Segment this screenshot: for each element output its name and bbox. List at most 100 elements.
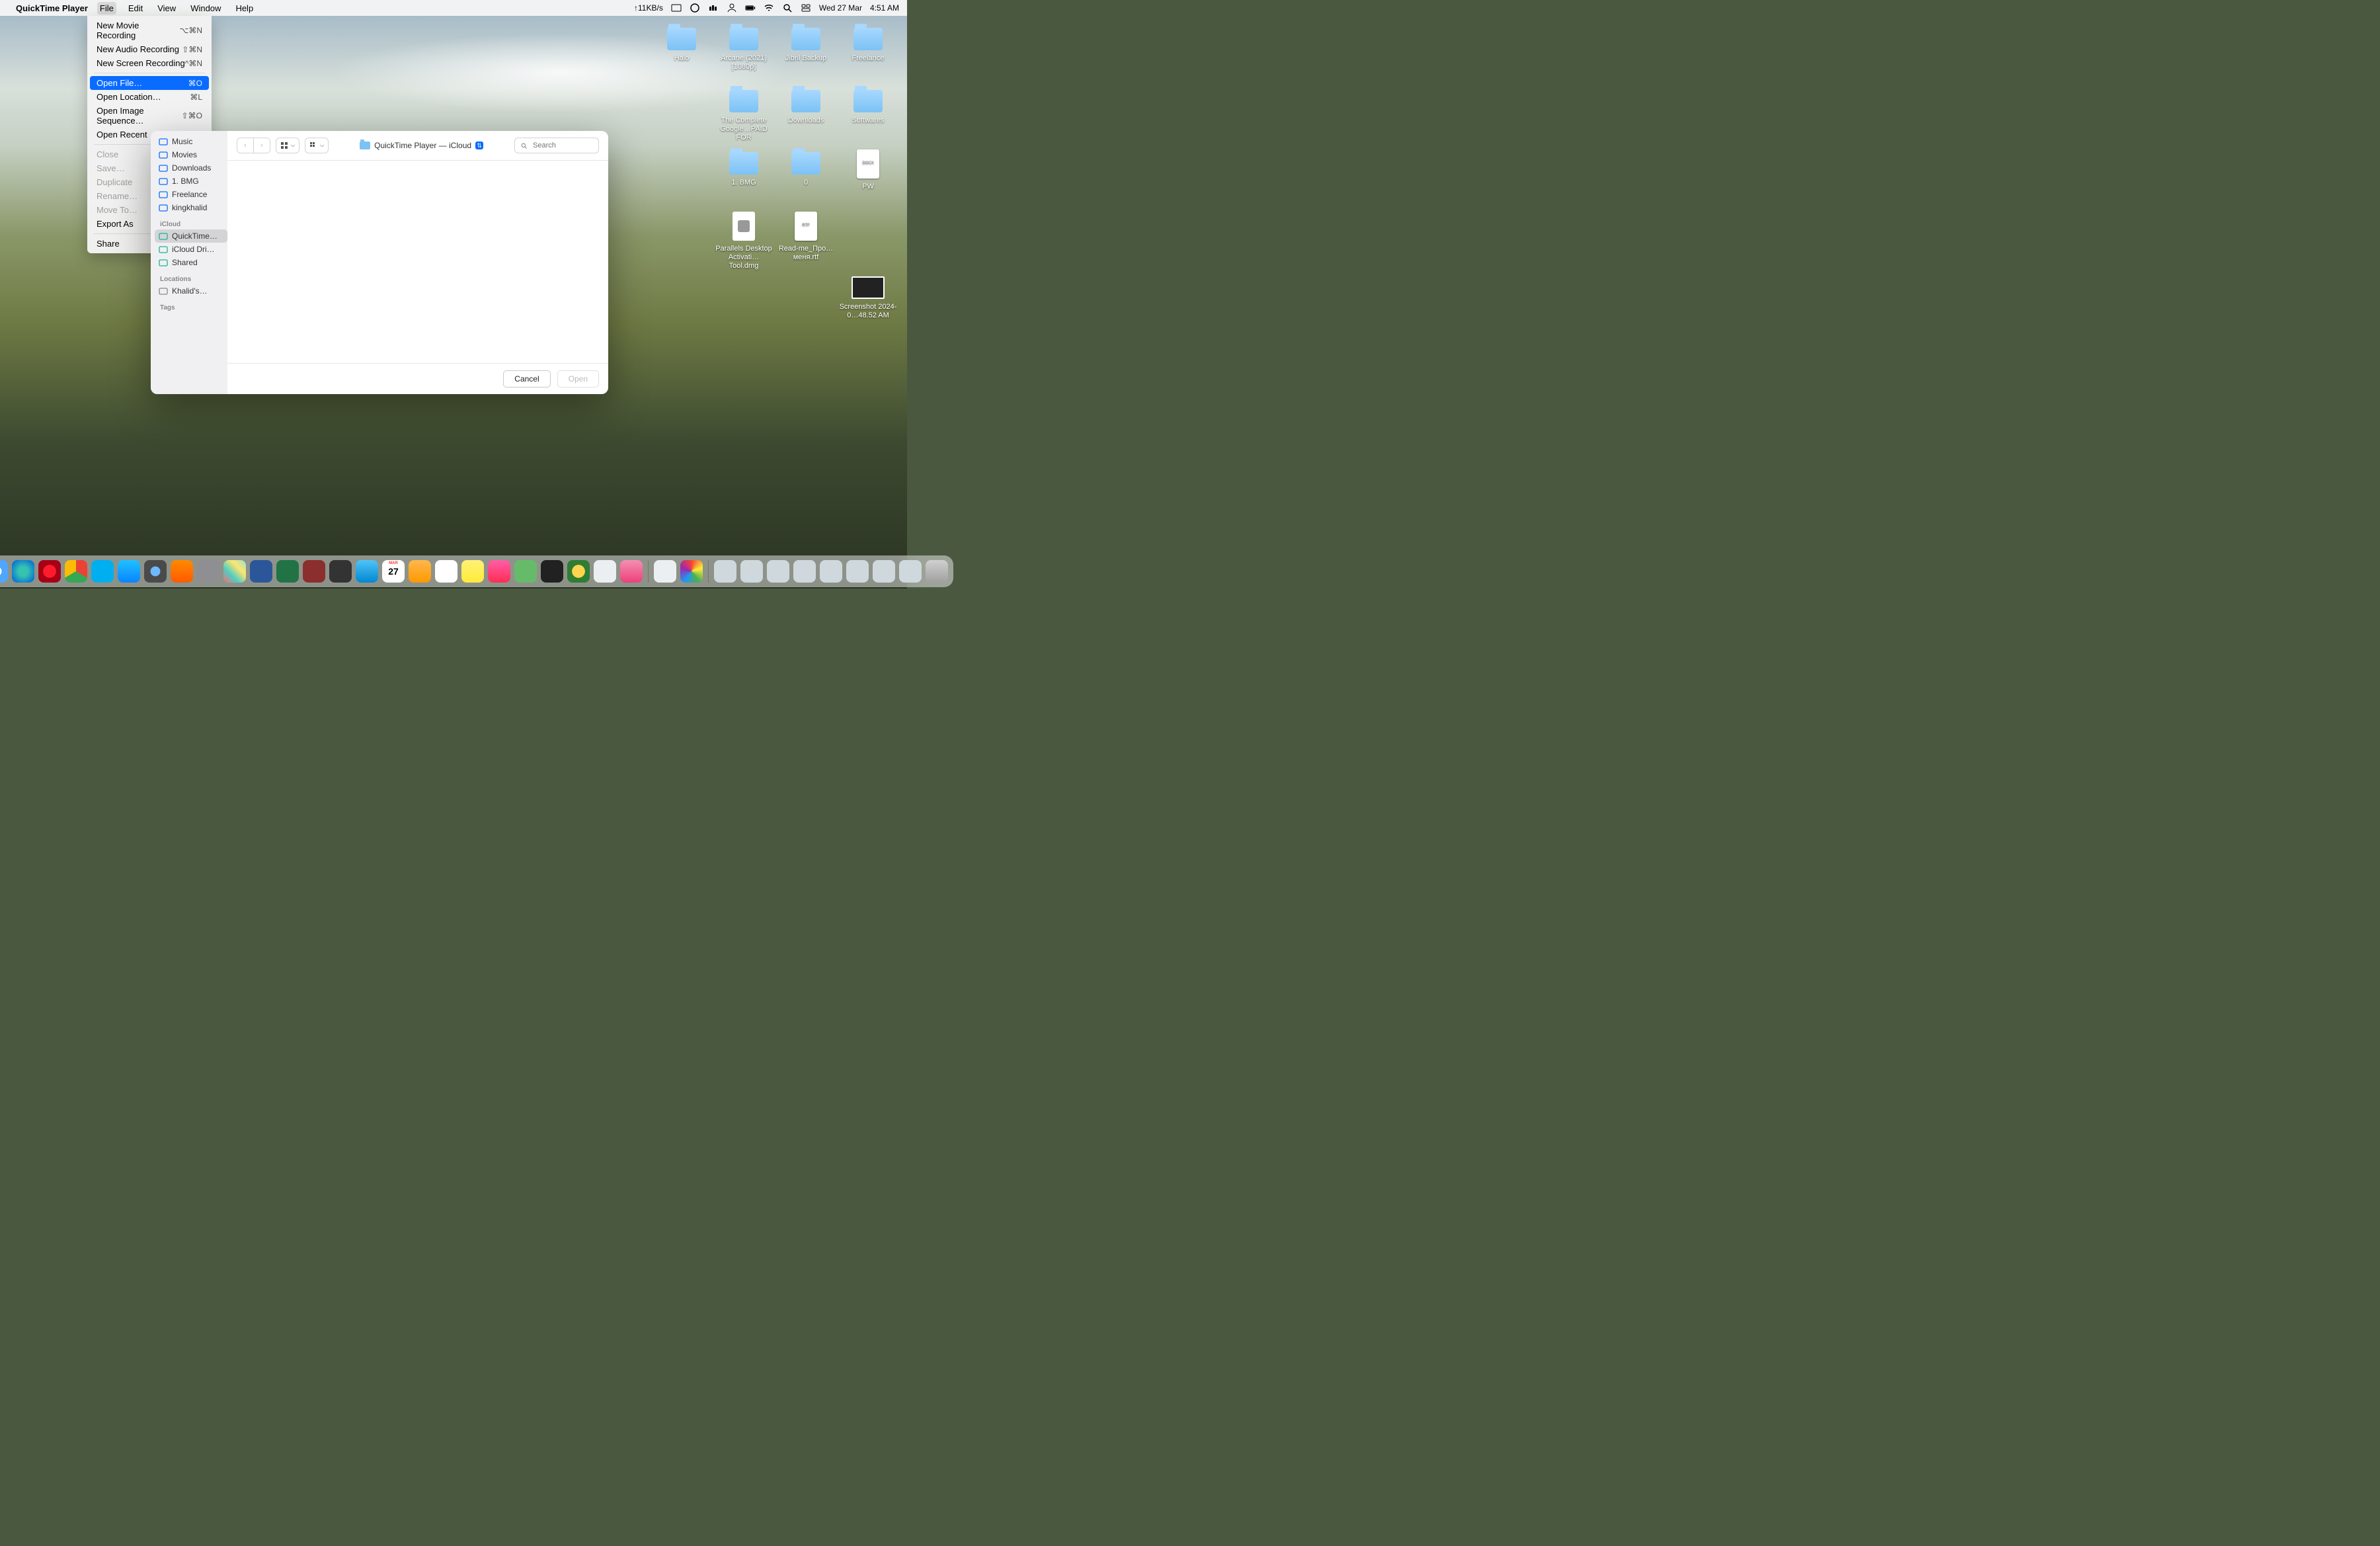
dock-skype-icon[interactable] [91, 560, 114, 583]
user-icon[interactable] [727, 3, 737, 13]
sidebar-item[interactable]: QuickTime… [155, 229, 227, 243]
sidebar-item[interactable]: kingkhalid [155, 201, 227, 214]
control-center-icon[interactable] [801, 3, 811, 13]
sidebar-item[interactable]: iCloud Dri… [155, 243, 227, 256]
sidebar-item[interactable]: Downloads [155, 161, 227, 175]
sidebar-item-label: Downloads [172, 163, 211, 173]
dock-excel-icon[interactable] [276, 560, 299, 583]
desktop-item-label: Jibril Backup [776, 54, 836, 63]
spotlight-icon[interactable] [782, 3, 793, 13]
path-popup[interactable]: QuickTime Player — iCloud ⇅ [360, 141, 483, 150]
sidebar-item[interactable]: Khalid's… [155, 284, 227, 298]
dock-minimized-2[interactable] [740, 560, 763, 583]
dock-minimized-6[interactable] [846, 560, 869, 583]
menu-window[interactable]: Window [188, 2, 223, 15]
dock-photos-icon[interactable] [680, 560, 703, 583]
clock-date[interactable]: Wed 27 Mar [819, 3, 862, 13]
dock-app-globe-icon[interactable] [567, 560, 590, 583]
sidebar-item[interactable]: Shared [155, 256, 227, 269]
sidebar-item[interactable]: Music [155, 135, 227, 148]
dock-settings-icon[interactable] [197, 560, 219, 583]
desktop-item[interactable]: Softwares [838, 87, 898, 147]
desktop-item[interactable]: Downloads [776, 87, 836, 147]
sidebar-item[interactable]: Freelance [155, 188, 227, 201]
dock-vlc-icon[interactable] [171, 560, 193, 583]
folder-icon [360, 142, 370, 149]
back-button[interactable]: ‹ [237, 138, 253, 153]
sidebar-item-label: iCloud Dri… [172, 245, 215, 254]
desktop-item[interactable]: Halo [652, 25, 711, 85]
dock-chrome-icon[interactable] [65, 560, 87, 583]
status-icon-2[interactable] [690, 3, 700, 13]
menu-item-new-movie-recording[interactable]: New Movie Recording⌥⌘N [90, 19, 209, 42]
battery-icon[interactable] [745, 3, 756, 13]
desktop-item[interactable]: Freelance [838, 25, 898, 85]
dock-reminders-icon[interactable] [435, 560, 457, 583]
open-button[interactable]: Open [557, 370, 599, 387]
dock-quicktime-icon[interactable] [144, 560, 167, 583]
menu-item-new-audio-recording[interactable]: New Audio Recording⇧⌘N [90, 42, 209, 56]
status-icon-3[interactable] [708, 3, 719, 13]
wifi-icon[interactable] [764, 3, 774, 13]
menu-item-open-location-[interactable]: Open Location…⌘L [90, 90, 209, 104]
dock-music-icon[interactable] [488, 560, 510, 583]
view-mode-popup[interactable]: ⌵ [276, 138, 299, 153]
dock-minimized-4[interactable] [793, 560, 816, 583]
dock-dictionary-icon[interactable] [303, 560, 325, 583]
clock-time[interactable]: 4:51 AM [870, 3, 899, 13]
desktop-item-label: The Complete Google…PAID FOR [714, 116, 774, 143]
desktop-item[interactable]: The Complete Google…PAID FOR [714, 87, 774, 147]
sidebar-item[interactable]: 1. BMG [155, 175, 227, 188]
desktop-item[interactable]: Screenshot 2024-0…48.52 AM [838, 274, 898, 333]
dock-launchpad-icon[interactable] [223, 560, 246, 583]
search-field[interactable] [514, 138, 599, 153]
desktop-item[interactable]: Parallels Desktop Activati…Tool.dmg [714, 212, 774, 271]
search-input[interactable] [532, 141, 587, 150]
menu-item-new-screen-recording[interactable]: New Screen Recording^⌘N [90, 56, 209, 70]
sidebar-item-icon [159, 258, 168, 267]
dock-safari-icon[interactable] [0, 560, 8, 583]
dock-utility-icon[interactable] [594, 560, 616, 583]
dock-activity-icon[interactable] [541, 560, 563, 583]
status-icon-1[interactable] [671, 3, 682, 13]
menu-item-open-file-[interactable]: Open File…⌘O [90, 76, 209, 90]
menu-view[interactable]: View [155, 2, 178, 15]
dock-minimized-8[interactable] [899, 560, 922, 583]
dock-notes-icon[interactable] [461, 560, 484, 583]
desktop-item[interactable]: 1. BMG [714, 149, 774, 209]
dock [0, 555, 953, 587]
desktop-item[interactable]: Arcane (2021) [1080p] [714, 25, 774, 85]
sidebar-item-label: QuickTime… [172, 231, 218, 241]
cancel-button[interactable]: Cancel [503, 370, 550, 387]
desktop-item[interactable]: 0 [776, 149, 836, 209]
dock-preview-icon[interactable] [654, 560, 676, 583]
dock-minimized-1[interactable] [714, 560, 736, 583]
dock-edge-icon[interactable] [12, 560, 34, 583]
group-by-popup[interactable]: ⌵ [305, 138, 329, 153]
menu-file[interactable]: File [97, 2, 116, 15]
dock-minimized-5[interactable] [820, 560, 842, 583]
menu-help[interactable]: Help [233, 2, 256, 15]
dock-calendar-icon[interactable] [382, 560, 405, 583]
dock-minimized-3[interactable] [767, 560, 789, 583]
dock-app-green-icon[interactable] [514, 560, 537, 583]
sidebar-item[interactable]: Movies [155, 148, 227, 161]
dock-calculator-icon[interactable] [329, 560, 352, 583]
dock-opera-icon[interactable] [38, 560, 61, 583]
dock-trash-icon[interactable] [926, 560, 948, 583]
dock-mail-icon[interactable] [356, 560, 378, 583]
dock-appstore-icon[interactable] [118, 560, 140, 583]
dock-app-pink-icon[interactable] [620, 560, 643, 583]
forward-button[interactable]: › [253, 138, 270, 153]
app-name[interactable]: QuickTime Player [16, 3, 88, 13]
menu-item-open-image-sequence-[interactable]: Open Image Sequence…⇧⌘O [90, 104, 209, 128]
menu-edit[interactable]: Edit [126, 2, 145, 15]
dock-word-icon[interactable] [250, 560, 272, 583]
desktop-item[interactable]: PW [838, 149, 898, 209]
dock-books-icon[interactable] [409, 560, 431, 583]
network-speed[interactable]: ↑11KB/s [634, 3, 663, 13]
sidebar-item-icon [159, 245, 168, 254]
desktop-item[interactable]: Read-me_Про…меня.rtf [776, 212, 836, 271]
dock-minimized-7[interactable] [873, 560, 895, 583]
desktop-item[interactable]: Jibril Backup [776, 25, 836, 85]
